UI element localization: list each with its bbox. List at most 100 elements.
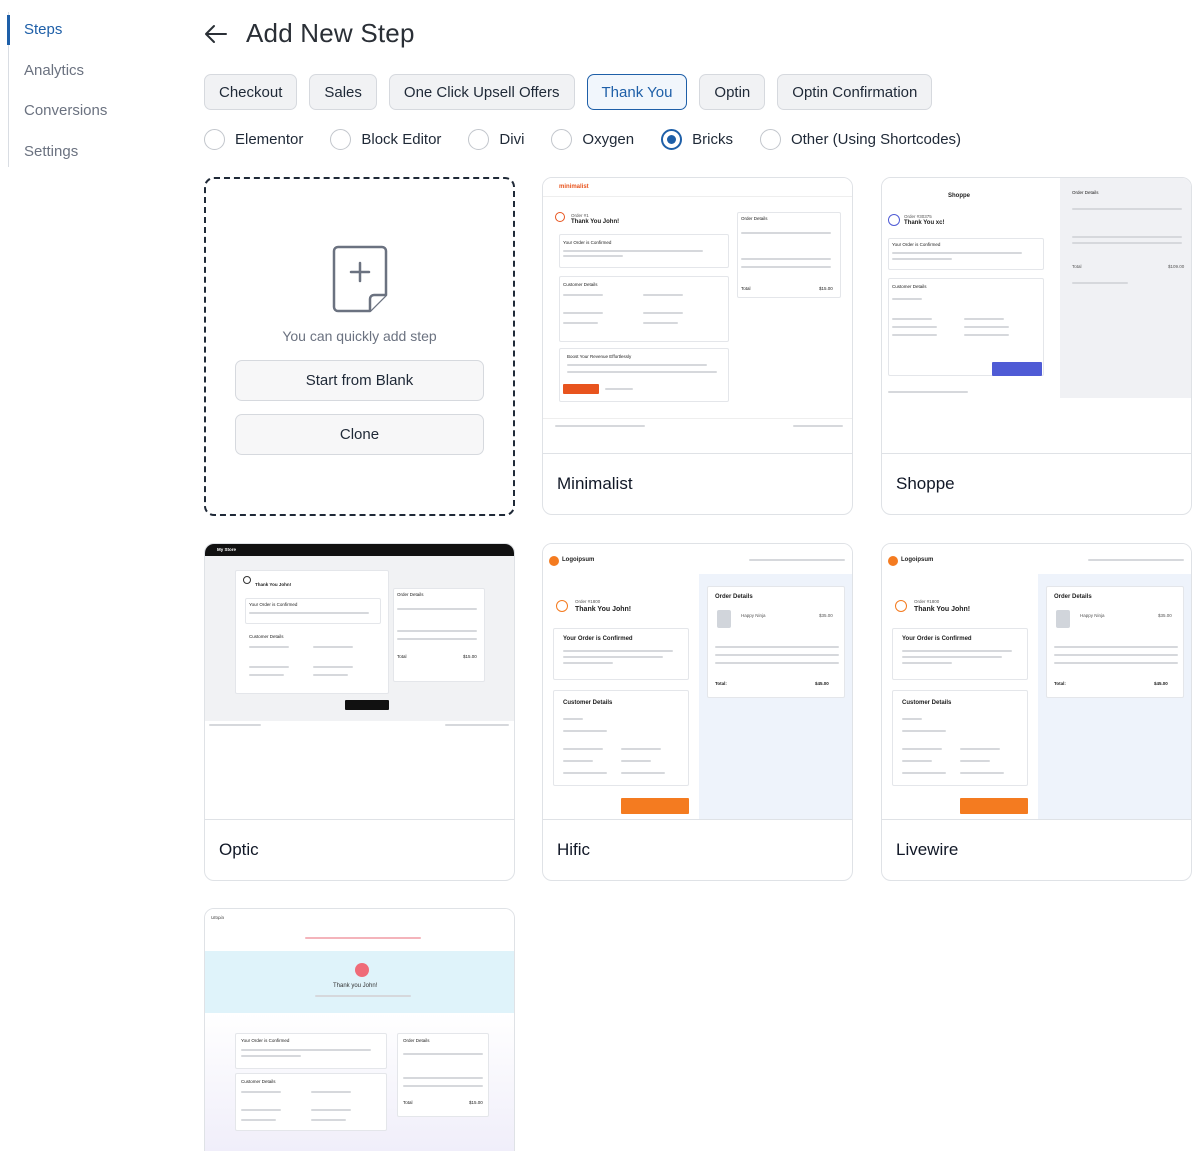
tab-checkout[interactable]: Checkout <box>204 74 298 110</box>
preview-confirmed: Your Order is Confirmed <box>241 1038 290 1043</box>
preview-brand: Logoipsum <box>562 557 595 563</box>
preview-customer: Customer Details <box>563 282 598 287</box>
radio-label: Divi <box>499 131 525 148</box>
tab-optin[interactable]: Optin <box>699 74 766 110</box>
preview-order-no: Order #1 <box>571 213 589 218</box>
preview-total: $45.00 <box>1154 681 1168 686</box>
template-preview: minimalist Order #1 Thank You John! Your… <box>543 178 852 454</box>
preview-order-details: Order Details <box>1054 594 1092 600</box>
template-preview: Logoipsum Order #1800 Thank You John! Yo… <box>543 544 852 820</box>
radio-divi[interactable]: Divi <box>468 127 524 152</box>
radio-button-checked[interactable] <box>661 129 683 150</box>
radio-button[interactable] <box>759 129 781 150</box>
builder-radio-group: Elementor Block Editor Divi Oxygen Brick… <box>204 127 961 152</box>
sidebar-item-analytics[interactable]: Analytics <box>9 53 158 94</box>
preview-product: Happy Ninja <box>741 613 766 618</box>
preview-confirmed: Your Order is Confirmed <box>902 636 972 642</box>
preview-brand: Shoppe <box>948 193 970 199</box>
radio-button[interactable] <box>204 129 225 150</box>
preview-customer: Customer Details <box>563 700 613 706</box>
template-preview: Logoipsum Order #1800 Thank You John! Yo… <box>882 544 1191 820</box>
sidebar-item-steps[interactable]: Steps <box>7 12 158 53</box>
preview-order-details: Order Details <box>1072 190 1099 195</box>
sidebar-item-settings[interactable]: Settings <box>9 134 158 175</box>
preview-price: $35.00 <box>1158 613 1172 618</box>
add-file-icon <box>332 245 388 320</box>
template-card-utopia[interactable]: Utopia Thank you John! Your Order is Con… <box>204 908 515 1151</box>
template-preview: My Store Thank You John! Your Order is C… <box>205 544 514 820</box>
preview-product: Happy Ninja <box>1080 613 1105 618</box>
preview-confirmed: Your Order is Confirmed <box>249 602 298 607</box>
radio-label: Oxygen <box>582 131 635 148</box>
preview-thanks: Thank You John! <box>914 606 971 613</box>
sidebar-item-conversions[interactable]: Conversions <box>9 93 158 134</box>
page-title: Add New Step <box>246 18 415 48</box>
tab-one-click-upsell-offers[interactable]: One Click Upsell Offers <box>388 74 575 110</box>
template-card-optic[interactable]: My Store Thank You John! Your Order is C… <box>204 543 515 881</box>
clone-button[interactable]: Clone <box>235 414 484 455</box>
preview-order-details: Order Details <box>403 1038 430 1043</box>
radio-label: Bricks <box>692 131 733 148</box>
radio-label: Block Editor <box>361 131 442 148</box>
preview-total: $15.00 <box>469 1100 483 1105</box>
preview-customer: Customer Details <box>249 634 284 639</box>
preview-confirmed: Your Order is Confirmed <box>892 242 941 247</box>
page-header: Add New Step <box>204 18 415 49</box>
sidebar-nav: Steps Analytics Conversions Settings <box>7 12 158 167</box>
preview-order-no: Order #30375 <box>904 214 932 219</box>
preview-order-no: Order #1800 <box>575 599 601 604</box>
preview-customer: Customer Details <box>902 700 952 706</box>
template-name: Shoppe <box>896 474 955 493</box>
preview-brand: Utopia <box>211 915 225 920</box>
add-step-hint: You can quickly add step <box>282 328 437 344</box>
preview-total: $45.00 <box>815 681 829 686</box>
tab-thank-you[interactable]: Thank You <box>586 74 688 110</box>
preview-total-label: Total <box>397 654 407 659</box>
radio-block-editor[interactable]: Block Editor <box>330 127 441 152</box>
preview-thanks: Thank you John! <box>333 983 378 989</box>
add-blank-step-card: You can quickly add step Start from Blan… <box>204 177 515 516</box>
preview-total: $15.00 <box>463 654 477 659</box>
template-card-shoppe[interactable]: Shoppe Order #30375 Thank You xc! Your O… <box>881 177 1192 515</box>
tab-sales[interactable]: Sales <box>309 74 377 110</box>
radio-bricks[interactable]: Bricks <box>661 127 733 152</box>
arrow-left-icon[interactable] <box>204 19 230 49</box>
template-name: Optic <box>219 840 259 859</box>
preview-order-no: Order #1800 <box>914 599 940 604</box>
preview-total-label: Total: <box>715 681 727 686</box>
template-name: Livewire <box>896 840 959 859</box>
preview-total-label: Total: <box>1054 681 1066 686</box>
tab-optin-confirmation[interactable]: Optin Confirmation <box>777 74 933 110</box>
preview-total: $15.00 <box>819 286 833 291</box>
preview-boost: Boost Your Revenue Effortlessly <box>567 354 632 359</box>
radio-oxygen[interactable]: Oxygen <box>551 127 634 152</box>
radio-elementor[interactable]: Elementor <box>204 127 303 152</box>
preview-thanks: Thank You John! <box>255 582 292 587</box>
radio-button[interactable] <box>330 129 352 150</box>
start-from-blank-button[interactable]: Start from Blank <box>235 360 484 401</box>
radio-label: Other (Using Shortcodes) <box>790 131 962 148</box>
radio-other-shortcodes[interactable]: Other (Using Shortcodes) <box>759 127 962 152</box>
preview-total-label: Total <box>741 286 751 291</box>
preview-confirmed: Your Order is Confirmed <box>563 240 612 245</box>
template-name: Minimalist <box>557 474 633 493</box>
preview-total-label: Total <box>403 1100 413 1105</box>
radio-button[interactable] <box>551 129 573 150</box>
preview-thanks: Thank You John! <box>575 606 632 613</box>
preview-confirmed: Your Order is Confirmed <box>563 636 633 642</box>
preview-price: $35.00 <box>819 613 833 618</box>
radio-button[interactable] <box>468 129 490 150</box>
preview-total-label: Total <box>1072 264 1082 269</box>
template-name: Hific <box>557 840 591 859</box>
preview-customer: Customer Details <box>892 284 927 289</box>
template-card-hific[interactable]: Logoipsum Order #1800 Thank You John! Yo… <box>542 543 853 881</box>
template-preview: Utopia Thank you John! Your Order is Con… <box>205 909 514 1151</box>
template-card-livewire[interactable]: Logoipsum Order #1800 Thank You John! Yo… <box>881 543 1192 881</box>
preview-thanks: Thank You xc! <box>904 220 945 226</box>
preview-brand: minimalist <box>559 184 589 190</box>
template-card-minimalist[interactable]: minimalist Order #1 Thank You John! Your… <box>542 177 853 515</box>
preview-brand: My Store <box>217 547 237 552</box>
step-type-tabs: Checkout Sales One Click Upsell Offers T… <box>204 74 933 110</box>
preview-order-details: Order Details <box>715 594 753 600</box>
template-preview: Shoppe Order #30375 Thank You xc! Your O… <box>882 178 1191 454</box>
